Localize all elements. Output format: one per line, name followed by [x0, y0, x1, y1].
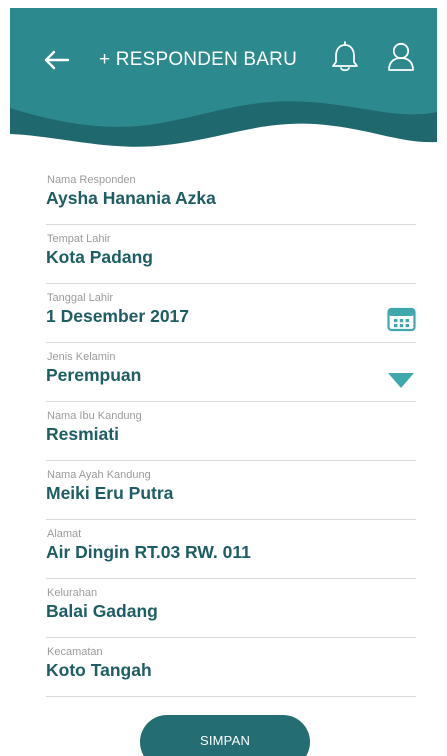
field-nama-ayah-kandung[interactable]: Nama Ayah Kandung Meiki Eru Putra — [46, 461, 416, 520]
field-nama-responden[interactable]: Nama Responden Aysha Hanania Azka — [46, 166, 416, 225]
field-value[interactable]: Resmiati — [46, 422, 119, 446]
bell-icon — [332, 41, 358, 72]
gender-dropdown-button[interactable] — [388, 373, 414, 390]
field-value[interactable]: Kota Padang — [46, 245, 153, 269]
field-alamat[interactable]: Alamat Air Dingin RT.03 RW. 011 — [46, 520, 416, 579]
field-value[interactable]: 1 Desember 2017 — [46, 304, 189, 328]
date-picker-button[interactable] — [387, 306, 416, 332]
field-value[interactable]: Balai Gadang — [46, 599, 158, 623]
field-tempat-lahir[interactable]: Tempat Lahir Kota Padang — [46, 225, 416, 284]
page-title: + RESPONDEN BARU — [99, 49, 297, 70]
back-arrow-icon — [44, 50, 70, 70]
field-value[interactable]: Meiki Eru Putra — [46, 481, 173, 505]
field-kelurahan[interactable]: Kelurahan Balai Gadang — [46, 579, 416, 638]
save-button[interactable]: SIMPAN — [140, 715, 310, 756]
user-icon — [388, 42, 414, 71]
app-header: + RESPONDEN BARU — [10, 8, 437, 173]
new-respondent-screen: + RESPONDEN BARU Nama Responden Aysha Ha… — [0, 0, 447, 756]
header-background — [10, 8, 437, 173]
field-tanggal-lahir[interactable]: Tanggal Lahir 1 Desember 2017 — [46, 284, 416, 343]
field-value[interactable]: Air Dingin RT.03 RW. 011 — [46, 540, 251, 564]
field-value[interactable]: Perempuan — [46, 363, 141, 387]
back-button[interactable] — [40, 42, 76, 78]
profile-button[interactable] — [385, 40, 417, 74]
field-value[interactable]: Koto Tangah — [46, 658, 152, 682]
field-kecamatan[interactable]: Kecamatan Koto Tangah — [46, 638, 416, 697]
calendar-icon — [387, 307, 416, 332]
field-jenis-kelamin[interactable]: Jenis Kelamin Perempuan — [46, 343, 416, 402]
field-value[interactable]: Aysha Hanania Azka — [46, 186, 216, 210]
notification-button[interactable] — [329, 40, 361, 74]
chevron-down-icon — [388, 373, 414, 388]
field-nama-ibu-kandung[interactable]: Nama Ibu Kandung Resmiati — [46, 402, 416, 461]
respondent-form: Nama Responden Aysha Hanania Azka Tempat… — [46, 166, 416, 697]
save-button-label: SIMPAN — [199, 733, 251, 748]
